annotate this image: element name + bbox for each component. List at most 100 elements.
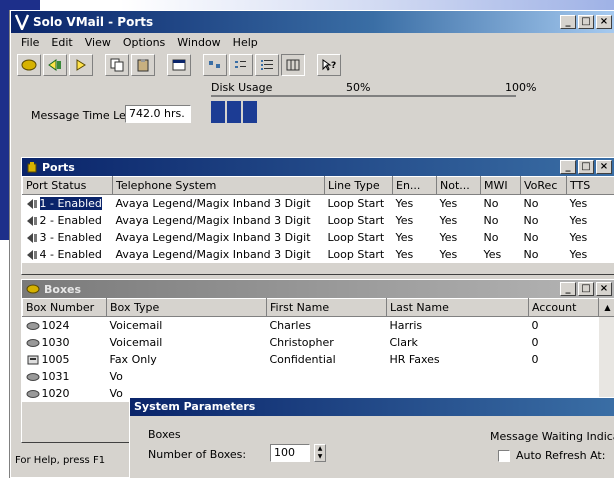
number-of-boxes-label: Number of Boxes: bbox=[148, 448, 247, 461]
col-box-number[interactable]: Box Number bbox=[22, 298, 107, 317]
menu-help[interactable]: Help bbox=[227, 36, 264, 49]
port-row[interactable]: 1 - Enabled Avaya Legend/Magix Inband 3 D… bbox=[23, 195, 614, 212]
number-of-boxes-input[interactable]: 100 bbox=[270, 444, 310, 462]
scroll-up-button[interactable]: ▲ bbox=[598, 298, 614, 317]
svg-text:?: ? bbox=[331, 61, 336, 71]
port-cell: Yes bbox=[569, 247, 588, 261]
scrollbar-track[interactable] bbox=[598, 350, 614, 368]
number-of-boxes-spinner[interactable]: ▲ ▼ bbox=[314, 444, 326, 462]
col-tts[interactable]: TTS bbox=[566, 176, 614, 195]
toolbar: ? bbox=[11, 51, 614, 79]
col-box-type[interactable]: Box Type bbox=[106, 298, 267, 317]
minimize-button[interactable]: _ bbox=[560, 15, 576, 29]
disk-usage-panel: Disk Usage 50% 100% Message Time Left: 7… bbox=[11, 79, 614, 127]
voicemail-icon bbox=[26, 338, 39, 347]
app-window: Solo VMail - Ports _ □ × File Edit View … bbox=[10, 10, 614, 478]
auto-refresh-checkbox[interactable] bbox=[498, 450, 510, 462]
maximize-button[interactable]: □ bbox=[578, 15, 594, 29]
box-number-text: 1030 bbox=[41, 335, 70, 349]
port-cell: Yes bbox=[569, 213, 588, 227]
toolbar-paste-button[interactable] bbox=[131, 54, 155, 76]
toolbar-port-in-button[interactable] bbox=[43, 54, 67, 76]
ports-table: Port Status Telephone System Line Type E… bbox=[22, 176, 614, 263]
port-cell: Yes bbox=[569, 196, 588, 210]
port-cell: Loop Start bbox=[327, 230, 385, 244]
disk-usage-bar bbox=[211, 101, 516, 123]
boxes-title-bar[interactable]: Boxes _ □ × bbox=[22, 280, 614, 298]
toolbar-small-icons-button[interactable] bbox=[229, 54, 253, 76]
col-account[interactable]: Account bbox=[528, 298, 599, 317]
boxes-header-row: Box Number Box Type First Name Last Name… bbox=[22, 298, 614, 317]
col-vorec[interactable]: VoRec bbox=[520, 176, 567, 195]
menu-view[interactable]: View bbox=[79, 36, 117, 49]
ports-title-bar[interactable]: Ports _ □ × bbox=[22, 158, 614, 176]
toolbar-list-button[interactable] bbox=[255, 54, 279, 76]
box-number-cell: 1030 bbox=[23, 334, 107, 351]
port-cell: Yes bbox=[483, 247, 502, 261]
ports-minimize-button[interactable]: _ bbox=[560, 160, 576, 174]
large-icons-icon bbox=[209, 61, 220, 68]
port-row[interactable]: 2 - Enabled Avaya Legend/Magix Inband 3 D… bbox=[23, 212, 614, 229]
port-status-cell: 3 - Enabled bbox=[23, 229, 113, 246]
col-line-type[interactable]: Line Type bbox=[324, 176, 393, 195]
voicemail-icon bbox=[26, 389, 39, 398]
toolbar-properties-button[interactable] bbox=[167, 54, 191, 76]
toolbar-details-button[interactable] bbox=[281, 54, 305, 76]
boxes-title: Boxes bbox=[44, 282, 82, 296]
system-parameters-dialog: System Parameters Boxes Number of Boxes:… bbox=[129, 397, 614, 478]
col-port-status[interactable]: Port Status bbox=[22, 176, 113, 195]
port-cell: No bbox=[523, 230, 539, 244]
dialog-title[interactable]: System Parameters bbox=[130, 398, 614, 416]
box-number-text: 1005 bbox=[41, 352, 70, 366]
menu-options[interactable]: Options bbox=[117, 36, 171, 49]
col-notify[interactable]: Not... bbox=[436, 176, 481, 195]
ports-window: Ports _ □ × Port Status Telephone System… bbox=[21, 157, 614, 275]
col-last-name[interactable]: Last Name bbox=[386, 298, 529, 317]
ports-close-button[interactable]: × bbox=[596, 160, 612, 174]
scrollbar-track[interactable] bbox=[598, 367, 614, 385]
boxes-group-label: Boxes bbox=[148, 428, 181, 441]
box-row[interactable]: 1031 Vo bbox=[23, 367, 614, 385]
close-button[interactable]: × bbox=[596, 15, 612, 29]
phone-port-icon bbox=[26, 249, 37, 260]
port-cell: No bbox=[483, 230, 499, 244]
disk-usage-100-mark: 100% bbox=[505, 81, 537, 94]
boxes-minimize-button[interactable]: _ bbox=[560, 282, 576, 296]
box-row[interactable]: 1024 Voicemail Charles Harris 0 bbox=[23, 316, 614, 334]
box-number-cell: 1020 bbox=[23, 385, 107, 402]
boxes-close-button[interactable]: × bbox=[596, 282, 612, 296]
voicemail-icon bbox=[26, 321, 39, 330]
port-status-text: 1 - Enabled bbox=[39, 196, 102, 210]
col-telephone-system[interactable]: Telephone System bbox=[112, 176, 325, 195]
paste-icon bbox=[137, 59, 149, 72]
scrollbar-track[interactable] bbox=[598, 333, 614, 351]
menu-window[interactable]: Window bbox=[171, 36, 226, 49]
port-row[interactable]: 3 - Enabled Avaya Legend/Magix Inband 3 D… bbox=[23, 229, 614, 246]
box-number-text: 1024 bbox=[41, 318, 70, 332]
app-title-bar[interactable]: Solo VMail - Ports _ □ × bbox=[11, 11, 614, 33]
copy-icon bbox=[110, 58, 124, 72]
port-row[interactable]: 4 - Enabled Avaya Legend/Magix Inband 3 D… bbox=[23, 246, 614, 263]
port-status-text: 4 - Enabled bbox=[39, 247, 102, 261]
scrollbar-track[interactable] bbox=[598, 316, 614, 334]
col-enabled[interactable]: En... bbox=[392, 176, 437, 195]
toolbar-port-out-button[interactable] bbox=[69, 54, 93, 76]
list-icon bbox=[261, 60, 273, 70]
toolbar-mailbox-button[interactable] bbox=[17, 54, 41, 76]
port-out-icon bbox=[76, 59, 86, 71]
toolbar-large-icons-button[interactable] bbox=[203, 54, 227, 76]
menu-edit[interactable]: Edit bbox=[45, 36, 78, 49]
boxes-maximize-button[interactable]: □ bbox=[578, 282, 594, 296]
phone-port-icon bbox=[26, 215, 37, 226]
col-first-name[interactable]: First Name bbox=[266, 298, 387, 317]
menu-file[interactable]: File bbox=[15, 36, 45, 49]
toolbar-copy-button[interactable] bbox=[105, 54, 129, 76]
box-row[interactable]: 1030 Voicemail Christopher Clark 0 bbox=[23, 333, 614, 351]
boxes-table: Box Number Box Type First Name Last Name… bbox=[22, 298, 614, 402]
ports-maximize-button[interactable]: □ bbox=[578, 160, 594, 174]
col-mwi[interactable]: MWI bbox=[480, 176, 521, 195]
disk-usage-segment bbox=[227, 101, 241, 123]
box-row[interactable]: 1005 Fax Only Confidential HR Faxes 0 bbox=[23, 350, 614, 368]
toolbar-help-button[interactable]: ? bbox=[317, 54, 341, 76]
port-cell: Avaya Legend/Magix Inband 3 Digit bbox=[115, 196, 311, 210]
